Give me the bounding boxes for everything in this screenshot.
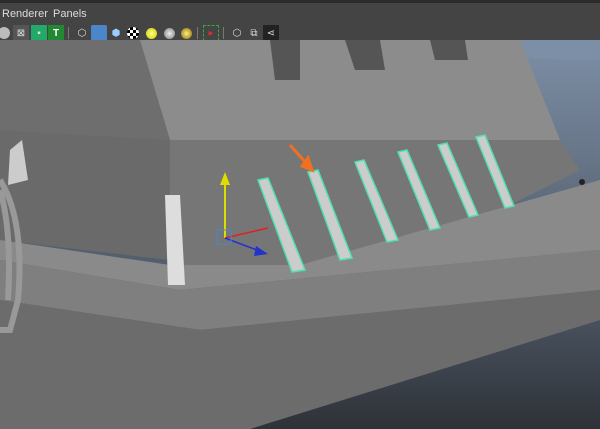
scene-render [0,40,600,429]
checker-icon[interactable] [125,25,141,41]
shaded-cube-icon[interactable] [91,25,107,41]
menu-panels[interactable]: Panels [53,8,87,20]
separator [68,27,70,39]
isolate-icon[interactable]: ⬡ [229,25,245,41]
connections-icon[interactable]: ⋖ [263,25,279,41]
panel-toolbar-area: Renderer Panels ⊠ ▪ T ⬡ ⬢ ▸ ⬡ ⧉ ⋖ [0,0,600,41]
light-all-icon[interactable] [161,25,177,41]
viewport-3d[interactable] [0,40,600,429]
bounding-box-icon[interactable]: ⧉ [246,25,262,41]
wireframe-cube-icon[interactable]: ⬡ [74,25,90,41]
sphere-icon[interactable] [0,25,12,41]
light-default-icon[interactable] [143,25,159,41]
text-icon[interactable]: T [48,25,64,41]
xray-icon[interactable]: ⊠ [13,25,29,41]
separator [197,27,199,39]
smooth-shaded-cube-icon[interactable]: ⬢ [108,25,124,41]
textured-icon[interactable]: ▪ [31,25,47,41]
menu-renderer[interactable]: Renderer [2,8,48,20]
light-sphere-icon[interactable] [178,25,194,41]
separator [223,27,225,39]
select-highlight-icon[interactable]: ▸ [203,25,219,41]
